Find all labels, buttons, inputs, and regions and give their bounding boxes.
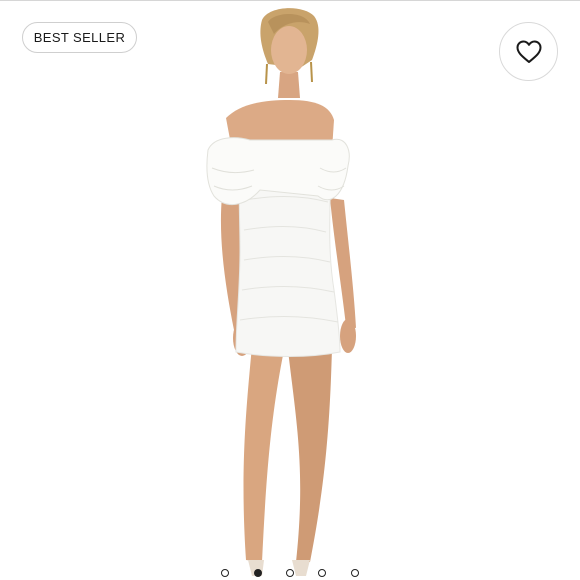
carousel-dot-5[interactable] <box>351 569 359 577</box>
heart-outline-icon <box>516 40 541 63</box>
carousel-indicator <box>0 566 580 580</box>
best-seller-badge: BEST SELLER <box>22 22 137 53</box>
carousel-dot-1[interactable] <box>221 569 229 577</box>
carousel-dot-3[interactable] <box>286 569 294 577</box>
like-button[interactable] <box>499 22 558 81</box>
carousel-dot-4[interactable] <box>318 569 326 577</box>
carousel-dot-2-active[interactable] <box>254 569 262 577</box>
neck <box>278 72 300 98</box>
right-leg <box>288 348 332 562</box>
left-leg <box>243 346 284 562</box>
face <box>271 26 307 74</box>
best-seller-label: BEST SELLER <box>33 30 126 45</box>
product-photo <box>206 8 356 576</box>
product-image-viewer: BEST SELLER <box>0 0 580 580</box>
